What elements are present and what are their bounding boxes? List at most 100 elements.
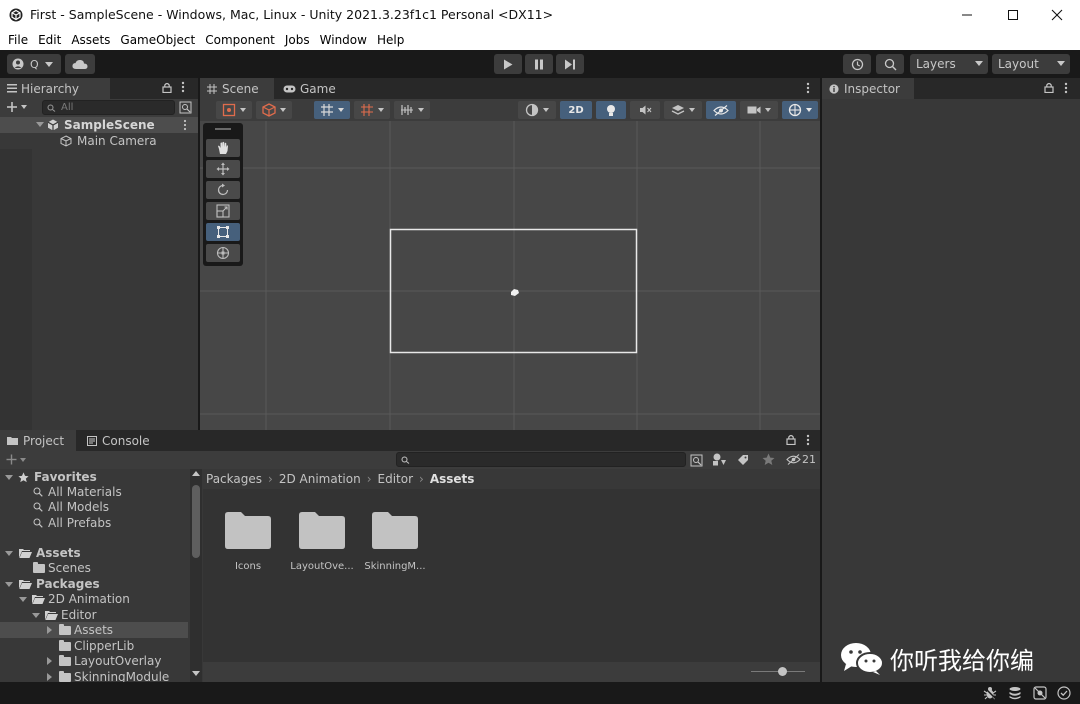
align-dropdown[interactable] [394,101,430,119]
expand-arrow-icon[interactable] [47,657,52,665]
breadcrumb-2d-animation[interactable]: 2D Animation [279,472,361,486]
favorites-star-icon[interactable] [762,453,775,466]
account-dropdown[interactable]: Q [7,54,61,74]
effects-dropdown[interactable] [664,101,702,119]
tab-game[interactable]: Game [276,78,340,99]
global-local-dropdown[interactable] [256,101,292,119]
toggle-2d-button[interactable]: 2D [560,101,592,119]
menu-component[interactable]: Component [205,33,275,47]
zoom-slider-thumb[interactable] [778,667,787,676]
draw-mode-dropdown[interactable] [518,101,556,119]
breadcrumb-assets[interactable]: Assets [430,472,475,486]
filter-by-type-icon[interactable] [712,453,727,466]
check-circle-icon[interactable] [1057,686,1071,700]
tree-clipperlib[interactable]: ClipperLib [0,638,188,654]
drag-handle[interactable] [215,128,231,130]
gizmos-dropdown[interactable] [782,101,818,119]
expand-arrow-icon[interactable] [47,673,52,681]
scene-row[interactable]: SampleScene [0,117,198,133]
rotate-tool-button[interactable] [206,181,240,199]
tree-all-materials[interactable]: All Materials [0,484,188,500]
progress-layers-icon[interactable] [1008,686,1022,700]
pause-button[interactable] [525,54,553,74]
more-options-icon[interactable] [181,81,185,93]
more-options-icon[interactable] [1064,82,1068,94]
expand-arrow-icon[interactable] [47,626,52,634]
auto-generate-lighting-icon[interactable] [1033,686,1047,700]
breadcrumb-editor[interactable]: Editor [378,472,414,486]
tree-all-prefabs[interactable]: All Prefabs [0,515,188,531]
expand-arrow-icon[interactable] [32,612,40,618]
asset-folder-layoutoverlay[interactable]: LayoutOve... [287,511,357,572]
tree-editor[interactable]: Editor [0,607,188,623]
scrollbar-thumb[interactable] [192,485,200,558]
camera-dropdown[interactable] [740,101,778,119]
scroll-up-icon[interactable] [192,471,200,476]
lock-icon[interactable] [162,82,172,93]
lighting-toggle[interactable] [596,101,626,119]
tab-scene[interactable]: Scene [200,78,274,99]
layout-dropdown[interactable]: Layout [992,54,1070,74]
tree-favorites[interactable]: Favorites [0,469,188,485]
tree-editor-assets[interactable]: Assets [0,622,188,638]
scroll-down-icon[interactable] [192,671,200,676]
create-asset-button[interactable] [6,454,26,465]
grid-snap-toggle[interactable] [314,101,350,119]
asset-folder-skinningmodule[interactable]: SkinningM... [360,511,430,572]
tree-assets[interactable]: Assets [0,545,188,561]
project-search-input[interactable] [396,452,686,467]
transform-tool-button[interactable] [206,244,240,262]
more-options-icon[interactable] [183,119,187,131]
play-button[interactable] [494,54,522,74]
tree-skinningmodule[interactable]: SkinningModule [0,669,188,682]
tab-hierarchy[interactable]: Hierarchy [0,78,110,99]
filter-by-label-icon[interactable] [737,454,749,466]
move-tool-button[interactable] [206,160,240,178]
cloud-button[interactable] [65,54,95,74]
hierarchy-search-input[interactable]: All [42,100,175,115]
more-options-icon[interactable] [806,434,810,446]
tree-2d-animation[interactable]: 2D Animation [0,591,188,607]
more-options-icon[interactable] [806,82,810,94]
search-button[interactable] [876,54,904,74]
hand-tool-button[interactable] [206,139,240,157]
hierarchy-item-main-camera[interactable]: Main Camera [0,133,198,149]
tree-packages[interactable]: Packages [0,576,188,592]
tab-console[interactable]: Console [80,430,162,451]
tab-inspector[interactable]: Inspector [822,78,914,99]
tool-handle-dropdown[interactable] [216,101,252,119]
expand-arrow-icon[interactable] [19,596,27,602]
tree-layoutoverlay[interactable]: LayoutOverlay [0,653,188,669]
rect-tool-button[interactable] [206,223,240,241]
layers-dropdown[interactable]: Layers [910,54,988,74]
expand-arrow-icon[interactable] [36,122,44,127]
scene-visibility-toggle[interactable] [706,101,736,119]
tab-project[interactable]: Project [0,430,76,451]
scale-tool-button[interactable] [206,202,240,220]
search-by-type-icon[interactable] [690,454,703,467]
tree-all-models[interactable]: All Models [0,499,188,515]
maximize-icon[interactable] [990,0,1036,30]
bug-icon[interactable] [983,686,997,700]
expand-arrow-icon[interactable] [5,474,13,480]
audio-toggle[interactable] [630,101,660,119]
menu-gameobject[interactable]: GameObject [120,33,195,47]
scene-visibility-icon[interactable] [179,101,192,114]
scene-canvas[interactable] [200,121,820,430]
menu-window[interactable]: Window [320,33,367,47]
menu-file[interactable]: File [8,33,28,47]
hidden-packages-toggle[interactable]: 21 [786,453,816,466]
menu-assets[interactable]: Assets [71,33,110,47]
asset-folder-icons[interactable]: Icons [213,511,283,572]
menu-edit[interactable]: Edit [38,33,61,47]
lock-icon[interactable] [786,434,796,445]
close-icon[interactable] [1034,0,1080,30]
expand-arrow-icon[interactable] [5,550,13,556]
menu-jobs[interactable]: Jobs [285,33,310,47]
tree-scenes[interactable]: Scenes [0,560,188,576]
step-button[interactable] [556,54,584,74]
lock-icon[interactable] [1044,82,1054,93]
breadcrumb-packages[interactable]: Packages [206,472,262,486]
increment-snap-dropdown[interactable] [354,101,390,119]
history-button[interactable] [843,54,871,74]
